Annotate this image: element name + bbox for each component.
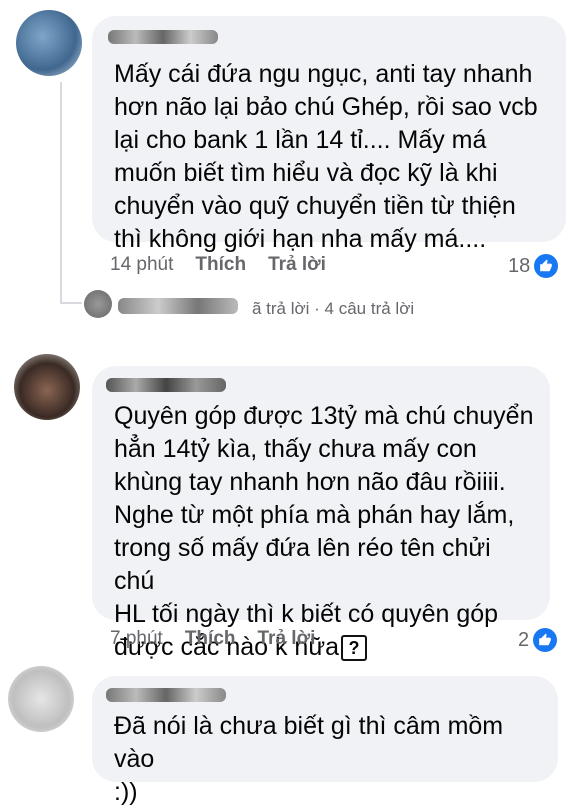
like-icon [534, 254, 559, 278]
reply-author-blurred [118, 298, 238, 314]
thread-line [60, 82, 62, 304]
like-button[interactable]: Thích [195, 254, 246, 276]
comment-actions: 14 phút Thích Trả lời [110, 254, 326, 276]
comment-bubble: Quyên góp được 13tỷ mà chú chuyển hẳn 14… [92, 366, 550, 662]
reply-button[interactable]: Trả lời [258, 628, 316, 650]
author-name-blurred[interactable] [106, 688, 226, 702]
comment-bubble: Đã nói là chưa biết gì thì câm mồm vào :… [92, 676, 558, 806]
avatar[interactable] [16, 10, 82, 76]
reaction-count[interactable]: 2 [518, 628, 558, 652]
comment-text: Đã nói là chưa biết gì thì câm mồm vào :… [114, 712, 504, 806]
reply-button[interactable]: Trả lời [268, 254, 326, 276]
comment-text: Mấy cái đứa ngu ngục, anti tay nhanh hơn… [114, 60, 538, 253]
like-icon [533, 628, 558, 652]
reply-avatar[interactable] [84, 290, 112, 318]
comment-text: Quyên góp được 13tỷ mà chú chuyển hẳn 14… [114, 402, 534, 662]
avatar[interactable] [14, 354, 80, 420]
author-name-blurred[interactable] [106, 378, 226, 392]
comment-actions: 7 phút Thích Trả lời [110, 628, 315, 650]
author-name-blurred[interactable] [108, 30, 218, 44]
reaction-count[interactable]: 18 [508, 254, 559, 278]
view-replies-link[interactable]: ã trả lời · 4 câu trả lời [252, 299, 414, 319]
emoji-box: ? [340, 635, 367, 662]
thread-line-elbow [60, 302, 82, 304]
comment-time[interactable]: 7 phút [110, 628, 163, 650]
avatar[interactable] [8, 666, 74, 732]
like-button[interactable]: Thích [185, 628, 236, 650]
comment-time[interactable]: 14 phút [110, 254, 173, 276]
comment-bubble: Mấy cái đứa ngu ngục, anti tay nhanh hơn… [92, 16, 566, 253]
